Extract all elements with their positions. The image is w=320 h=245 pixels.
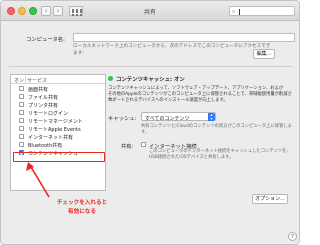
cache-label: キャッシュ: — [108, 116, 137, 122]
status-text: コンテンツキャッシュ: オン — [116, 77, 185, 83]
annotation-text: チェックを入れると 有効になる — [56, 200, 108, 215]
chevron-updown-icon: ▴ ▾ — [208, 113, 215, 121]
cache-note: 共有コンテンツとiCloudのコンテンツの両方がこのコンピュータ上に保管します。 — [141, 124, 292, 135]
share-label: 共有: — [121, 144, 134, 150]
internet-connection-checkbox[interactable] — [141, 142, 146, 147]
status-indicator — [108, 76, 113, 81]
cache-select[interactable]: すべてのコンテンツ ▴ ▾ — [141, 112, 216, 122]
options-button[interactable]: オプション... — [252, 194, 288, 204]
description-line3: サポートされるデバイスへのインストール速度が向上します。 — [108, 98, 228, 103]
share-note-line2: USB接続されたiOSデバイスと共有します。 — [149, 155, 234, 160]
sharing-window: ‹ › 共有 ⌕ コンピュータ名: ローカルネットワーク上のコンピュータから、次… — [0, 0, 300, 245]
help-button[interactable]: ? — [288, 232, 297, 241]
